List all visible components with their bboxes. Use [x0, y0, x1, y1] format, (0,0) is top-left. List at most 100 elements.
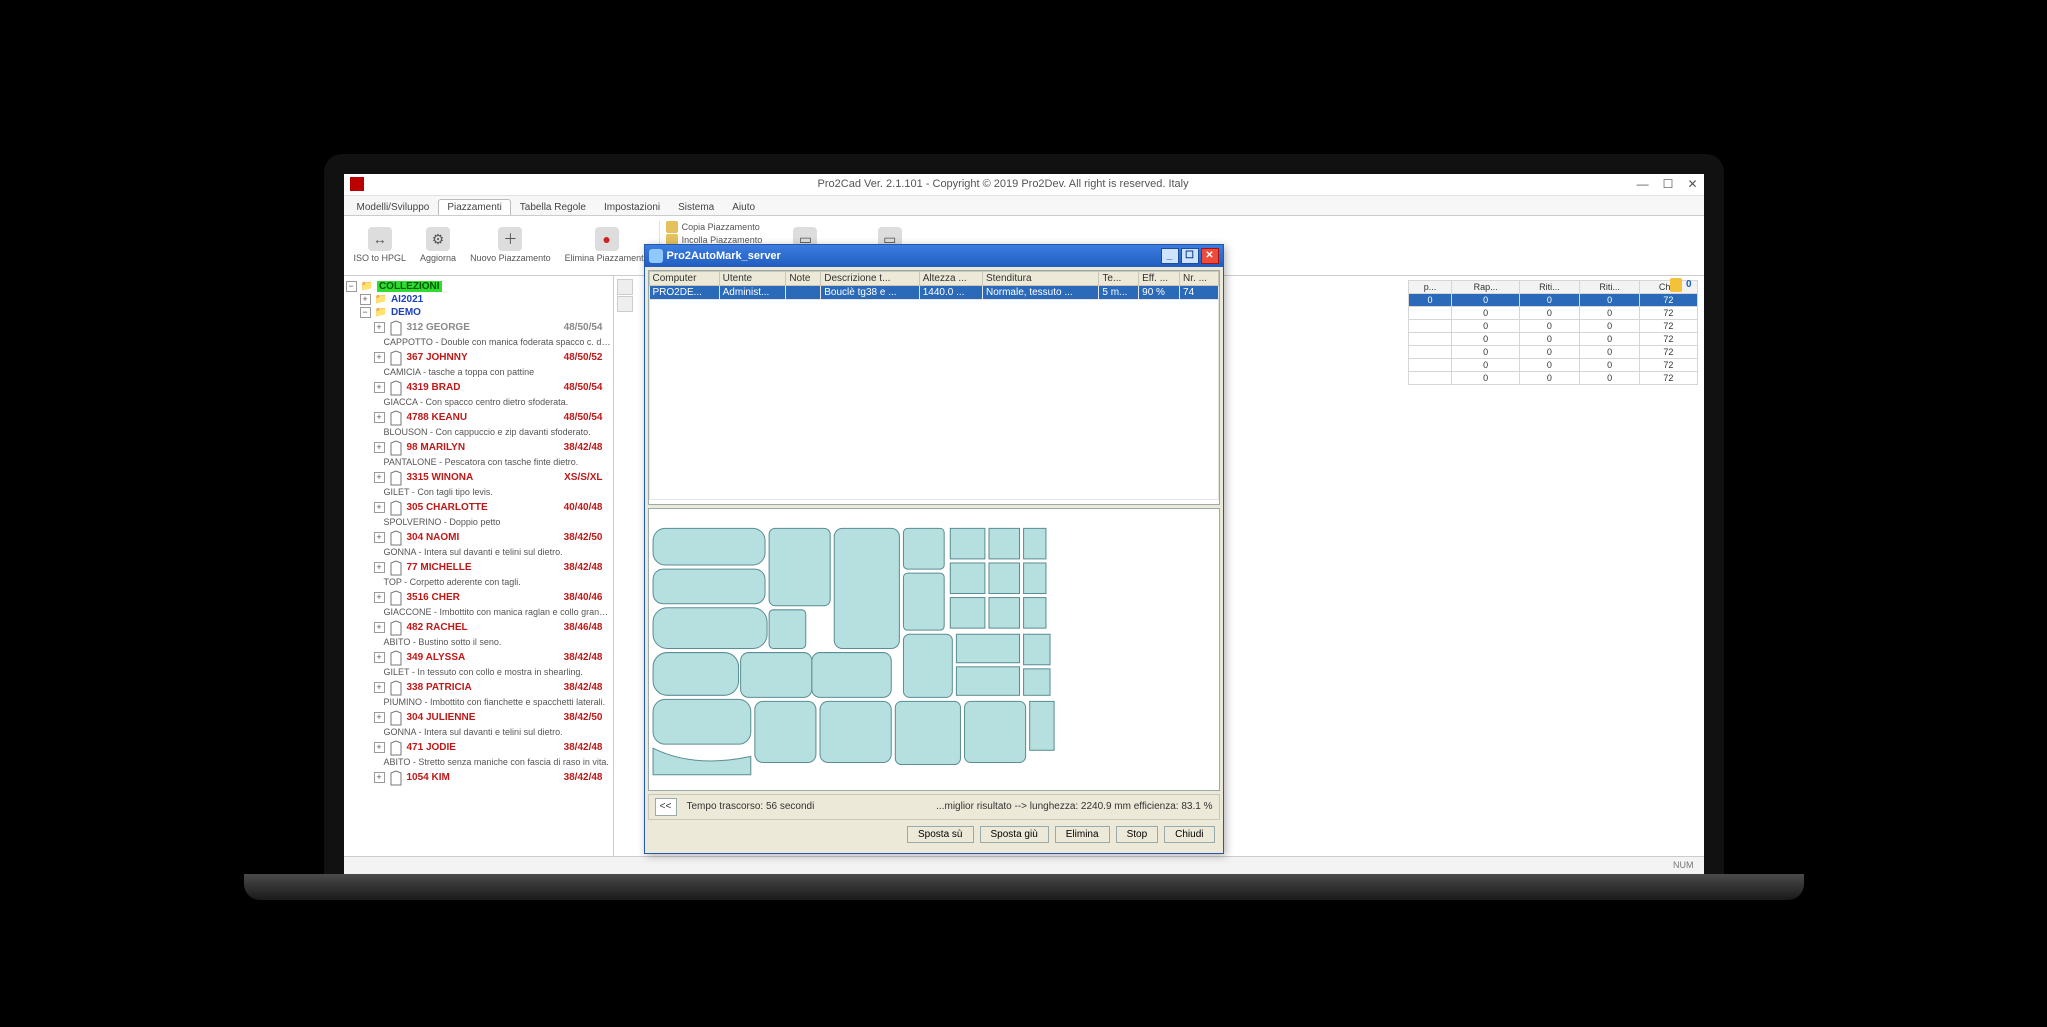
tree-expand-icon[interactable]: + [374, 712, 385, 723]
window-title: Pro2Cad Ver. 2.1.101 - Copyright © 2019 … [370, 178, 1637, 190]
tree-model-item[interactable]: +304 JULIENNE38/42/50 [346, 709, 611, 727]
stop-button[interactable]: Stop [1116, 826, 1159, 843]
tree-root-label[interactable]: COLLEZIONI [377, 281, 442, 292]
tree-model-item[interactable]: +304 NAOMI38/42/50 [346, 529, 611, 547]
model-sizes: 48/50/54 [564, 412, 609, 423]
dialog-close-button[interactable]: ✕ [1201, 248, 1219, 264]
side-table-row[interactable]: 00072 [1408, 345, 1697, 358]
dialog-job-grid[interactable]: ComputerUtenteNoteDescrizione t...Altezz… [648, 270, 1220, 505]
dialog-maximize-button[interactable]: ☐ [1181, 248, 1199, 264]
tree-expand-icon[interactable]: + [374, 502, 385, 513]
tree-expand-icon[interactable]: + [374, 382, 385, 393]
garment-icon [389, 500, 403, 516]
tree-model-item[interactable]: +349 ALYSSA38/42/48 [346, 649, 611, 667]
grid-header[interactable]: Note [786, 271, 821, 285]
close-button[interactable]: ✕ [1687, 177, 1697, 191]
tree-folder-demo[interactable]: DEMO [391, 307, 421, 318]
side-table-header[interactable]: Riti... [1580, 280, 1640, 293]
side-table-row[interactable]: 00072 [1408, 332, 1697, 345]
tree-model-item[interactable]: +4788 KEANU48/50/54 [346, 409, 611, 427]
tree-model-item[interactable]: +98 MARILYN38/42/48 [346, 439, 611, 457]
tree-model-item[interactable]: +482 RACHEL38/46/48 [346, 619, 611, 637]
sposta-su-button[interactable]: Sposta sù [907, 826, 973, 843]
side-table-row[interactable]: 00072 [1408, 319, 1697, 332]
chiudi-button[interactable]: Chiudi [1164, 826, 1214, 843]
side-table-cell: 0 [1452, 293, 1519, 306]
grid-header[interactable]: Te... [1099, 271, 1139, 285]
tree-model-item[interactable]: +305 CHARLOTTE40/40/48 [346, 499, 611, 517]
grid-header[interactable]: Eff. ... [1139, 271, 1180, 285]
side-table-row[interactable]: 00072 [1408, 358, 1697, 371]
side-table[interactable]: p...Rap...Riti...Riti...Ch... 0000720007… [1408, 280, 1698, 385]
tree-model-item[interactable]: +77 MICHELLE38/42/48 [346, 559, 611, 577]
tree-folder-ai2021[interactable]: AI2021 [391, 294, 423, 305]
tree-expand-icon[interactable]: + [374, 532, 385, 543]
tree-expand-icon[interactable]: + [374, 592, 385, 603]
side-table-header[interactable]: Riti... [1519, 280, 1579, 293]
menu-sistema[interactable]: Sistema [669, 199, 723, 215]
side-table-header[interactable]: p... [1408, 280, 1452, 293]
tree-model-item[interactable]: +338 PATRICIA38/42/48 [346, 679, 611, 697]
tree-expand-icon[interactable]: + [374, 682, 385, 693]
grid-header[interactable]: Nr. ... [1180, 271, 1218, 285]
grid-row-selected[interactable]: PRO2DE...Administ...Bouclè tg38 e ...144… [649, 285, 1218, 299]
tree-expand-icon[interactable]: + [374, 622, 385, 633]
collection-tree[interactable]: − 📁 COLLEZIONI + 📁 AI2021 − 📁 DEMO +312 … [344, 276, 614, 856]
sposta-giu-button[interactable]: Sposta giù [980, 826, 1049, 843]
tree-expand-icon[interactable]: + [374, 442, 385, 453]
tree-model-item[interactable]: +471 JODIE38/42/48 [346, 739, 611, 757]
nuovo-piazzamento-button[interactable]: ＋Nuovo Piazzamento [464, 225, 557, 265]
tree-expand-icon[interactable]: + [374, 412, 385, 423]
side-table-row[interactable]: 00072 [1408, 371, 1697, 384]
menu-piazzamenti[interactable]: Piazzamenti [438, 199, 510, 215]
tree-collapse-root[interactable]: − [346, 281, 357, 292]
menu-tabella-regole[interactable]: Tabella Regole [511, 199, 595, 215]
tree-model-item[interactable]: +4319 BRAD48/50/54 [346, 379, 611, 397]
delete-icon: ● [595, 227, 619, 251]
tree-expand-icon[interactable]: + [374, 322, 385, 333]
iso-to-hpgl-button[interactable]: ↔ISO to HPGL [348, 225, 413, 265]
copia-piazzamento-button[interactable]: Copia Piazzamento [666, 221, 763, 233]
tree-expand-icon[interactable]: + [374, 352, 385, 363]
elimina-piazzamento-button[interactable]: ●Elimina Piazzamento [559, 225, 655, 265]
folder-icon: 📁 [375, 294, 387, 305]
menu-modelli[interactable]: Modelli/Sviluppo [348, 199, 439, 215]
elimina-button[interactable]: Elimina [1055, 826, 1110, 843]
tree-expand-icon[interactable]: + [374, 772, 385, 783]
side-table-row[interactable]: 000072 [1408, 293, 1697, 306]
model-sizes: 38/42/48 [564, 652, 609, 663]
tree-model-item[interactable]: +3516 CHER38/40/46 [346, 589, 611, 607]
maximize-button[interactable]: ☐ [1663, 177, 1674, 191]
tree-expand-demo[interactable]: − [360, 307, 371, 318]
tool-icon[interactable] [617, 279, 633, 295]
garment-icon [389, 710, 403, 726]
status-prev-button[interactable]: << [655, 798, 677, 816]
marker-preview[interactable] [648, 508, 1220, 791]
tree-expand-icon[interactable]: + [374, 562, 385, 573]
minimize-button[interactable]: — [1637, 177, 1649, 191]
tree-model-item[interactable]: +312 GEORGE48/50/54 [346, 319, 611, 337]
grid-header[interactable]: Altezza ... [919, 271, 982, 285]
aggiorna-button[interactable]: ⚙Aggiorna [414, 225, 462, 265]
dialog-minimize-button[interactable]: _ [1161, 248, 1179, 264]
tree-model-item[interactable]: +3315 WINONAXS/S/XL [346, 469, 611, 487]
side-table-cell: 72 [1640, 293, 1697, 306]
tree-expand-ai2021[interactable]: + [360, 294, 371, 305]
tree-expand-icon[interactable]: + [374, 472, 385, 483]
menu-aiuto[interactable]: Aiuto [723, 199, 764, 215]
tool-icon[interactable] [617, 296, 633, 312]
tree-model-item[interactable]: +367 JOHNNY48/50/52 [346, 349, 611, 367]
tree-expand-icon[interactable]: + [374, 742, 385, 753]
menu-impostazioni[interactable]: Impostazioni [595, 199, 669, 215]
grid-header[interactable]: Computer [649, 271, 719, 285]
grid-header[interactable]: Stenditura [982, 271, 1098, 285]
dialog-titlebar[interactable]: Pro2AutoMark_server _ ☐ ✕ [645, 245, 1223, 267]
tree-model-item[interactable]: +1054 KIM38/42/48 [346, 769, 611, 787]
garment-icon [389, 320, 403, 336]
tree-expand-icon[interactable]: + [374, 652, 385, 663]
side-table-cell: 72 [1640, 319, 1697, 332]
side-table-header[interactable]: Rap... [1452, 280, 1519, 293]
side-table-row[interactable]: 00072 [1408, 306, 1697, 319]
grid-header[interactable]: Utente [719, 271, 786, 285]
grid-header[interactable]: Descrizione t... [821, 271, 919, 285]
